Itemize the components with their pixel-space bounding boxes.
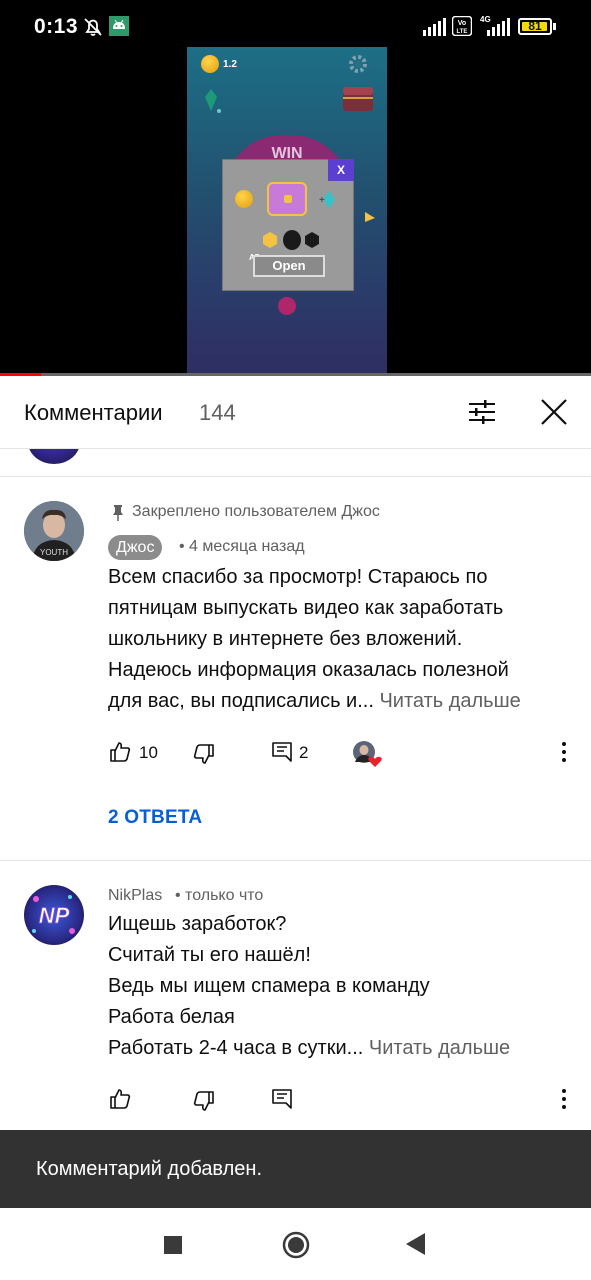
comment-text-line: Надеюсь информация оказалась полезной — [108, 659, 509, 681]
popup-gem-icon: + — [319, 191, 335, 209]
open-button[interactable]: Open — [253, 255, 325, 277]
home-circle-icon[interactable] — [282, 1231, 310, 1259]
battery-level: 81 — [528, 19, 542, 33]
game-gear-icon — [349, 55, 367, 73]
pinned-label: Закреплено пользователем Джос — [132, 503, 380, 520]
comment-time: • только что — [175, 887, 264, 904]
game-arrow-icon — [365, 212, 375, 222]
view-replies-link[interactable]: 2 ОТВЕТА — [108, 807, 202, 829]
svg-text:Vo: Vo — [458, 20, 466, 27]
back-triangle-icon[interactable] — [406, 1233, 426, 1255]
comments-header: Комментарии 144 — [0, 376, 591, 449]
signal-icon — [423, 18, 446, 36]
comment-text-line: Работа белая — [108, 1006, 235, 1028]
bell-off-icon — [84, 18, 102, 36]
close-icon[interactable] — [538, 396, 570, 428]
sort-filter-icon[interactable] — [466, 396, 498, 428]
recents-square-icon[interactable] — [164, 1236, 182, 1254]
dislike-icon[interactable] — [192, 1089, 216, 1113]
read-more-link[interactable]: Читать дальше — [379, 690, 520, 712]
popup-coin-icon — [235, 190, 253, 208]
coin-icon — [201, 55, 219, 73]
avatar[interactable]: NP — [24, 885, 84, 945]
system-nav-bar — [0, 1208, 591, 1280]
author-chip[interactable]: Джос — [108, 535, 163, 560]
4g-signal-icon: 4G — [480, 15, 510, 36]
svg-text:4G: 4G — [480, 15, 491, 24]
comment-text-line: пятницам выпускать видео как заработать — [108, 597, 504, 619]
comment-text-line: для вас, вы подписались и... Читать даль… — [108, 690, 521, 713]
popup-close-button[interactable]: X — [328, 159, 354, 181]
read-more-link[interactable]: Читать дальше — [369, 1037, 510, 1059]
divider — [0, 476, 591, 477]
dislike-icon[interactable] — [192, 742, 216, 766]
like-icon[interactable] — [108, 1087, 132, 1111]
comment-text: Работать 2-4 часа в сутки... — [108, 1037, 364, 1059]
more-options-icon[interactable] — [560, 1087, 568, 1111]
pin-icon — [113, 505, 123, 521]
reply-icon[interactable] — [270, 1087, 294, 1111]
reward-slots — [263, 230, 323, 250]
snackbar: Комментарий добавлен. — [0, 1130, 591, 1208]
avatar[interactable]: YOUTH — [24, 501, 84, 561]
more-options-icon[interactable] — [560, 740, 568, 764]
game-chest-icon — [343, 87, 373, 111]
svg-text:LTE: LTE — [457, 29, 468, 35]
avatar-initials: NP — [39, 903, 70, 928]
comment-text-line: Ведь мы ищем спамера в команду — [108, 975, 430, 997]
divider — [0, 860, 591, 861]
status-bar: 0:13 Vo LTE 4G 81 — [0, 0, 591, 52]
game-coin-value: 1.2 — [223, 59, 237, 70]
comment-text-line: Считай ты его нашёл! — [108, 944, 311, 966]
popup-chest-icon — [267, 182, 307, 216]
comment-text: для вас, вы подписались и... — [108, 690, 374, 712]
comments-count: 144 — [199, 400, 236, 425]
reply-count: 2 — [299, 743, 309, 762]
comment-text-line: Ищешь заработок? — [108, 913, 287, 935]
game-gem-icon — [205, 89, 221, 113]
like-icon[interactable] — [108, 740, 132, 764]
svg-text:YOUTH: YOUTH — [40, 548, 68, 557]
comments-title: Комментарии — [24, 400, 163, 425]
battery-icon: 81 — [518, 18, 552, 35]
volte-icon: Vo LTE — [452, 16, 472, 36]
status-time: 0:13 — [34, 15, 79, 38]
snackbar-message: Комментарий добавлен. — [36, 1158, 262, 1180]
comment-time: • 4 месяца назад — [179, 538, 305, 555]
game-button — [278, 297, 296, 315]
like-count: 10 — [139, 743, 158, 762]
video-frame[interactable]: 1.2 WIN X + AD Open — [187, 47, 387, 373]
reply-icon[interactable] — [270, 740, 294, 764]
comment-text-line: школьнику в интернете без вложений. — [108, 628, 463, 650]
comment-author[interactable]: NikPlas — [108, 887, 162, 905]
reward-popup: X + AD Open — [222, 159, 354, 291]
android-debug-icon — [109, 16, 129, 36]
comment-text-line: Работать 2-4 часа в сутки... Читать даль… — [108, 1037, 510, 1060]
comment-text-line: Всем спасибо за просмотр! Стараюсь по — [108, 566, 488, 588]
creator-heart-icon — [353, 741, 382, 767]
svg-text:+: + — [319, 195, 325, 206]
